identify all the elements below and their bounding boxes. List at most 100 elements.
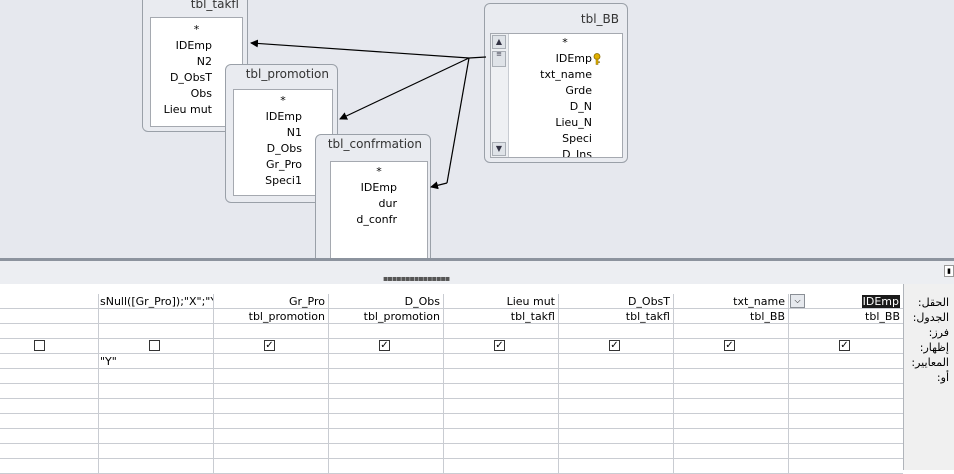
grid-cell-show[interactable]: ✓	[213, 339, 328, 354]
checkbox-checked-icon[interactable]: ✓	[379, 340, 390, 351]
grid-cell-table[interactable]: tbl_promotion	[328, 309, 443, 324]
grid-cell-empty[interactable]	[213, 444, 328, 459]
grid-cell-field[interactable]: sNull([Gr_Pro]);"X";"Y")	[98, 294, 213, 309]
grid-cell-empty[interactable]	[213, 414, 328, 429]
grid-cell-table[interactable]	[98, 309, 213, 324]
chevron-down-icon[interactable]: ⌵	[790, 294, 805, 308]
grid-cell-or[interactable]	[0, 369, 98, 384]
grid-cell-empty[interactable]	[443, 444, 558, 459]
grid-cell-empty[interactable]	[98, 459, 213, 474]
grid-cell-empty[interactable]	[98, 399, 213, 414]
grid-cell-empty[interactable]	[443, 384, 558, 399]
checkbox-checked-icon[interactable]: ✓	[724, 340, 735, 351]
grid-cell-field[interactable]: Lieu mut	[443, 294, 558, 309]
checkbox-checked-icon[interactable]: ✓	[839, 340, 850, 351]
grid-cell-empty[interactable]	[788, 444, 903, 459]
grid-cell-empty[interactable]	[788, 384, 903, 399]
grid-cell-table[interactable]: tbl_promotion	[213, 309, 328, 324]
grid-cell-empty[interactable]	[443, 459, 558, 474]
join-line-confrmation-a[interactable]	[446, 57, 470, 184]
grid-cell-or[interactable]	[98, 369, 213, 384]
grid-cell-empty[interactable]	[213, 384, 328, 399]
grid-cell-empty[interactable]	[558, 414, 673, 429]
checkbox-checked-icon[interactable]: ✓	[494, 340, 505, 351]
grid-cell-or[interactable]	[443, 369, 558, 384]
checkbox-unchecked-icon[interactable]	[34, 340, 45, 351]
grid-cell-empty[interactable]	[788, 429, 903, 444]
join-line-takfl[interactable]	[250, 39, 470, 59]
grid-cell-show[interactable]: ✓	[558, 339, 673, 354]
grid-cell-empty[interactable]	[558, 444, 673, 459]
grid-cell-empty[interactable]	[788, 414, 903, 429]
join-line-promotion[interactable]	[339, 57, 470, 120]
grid-cell-criteria[interactable]	[558, 354, 673, 369]
grid-cell-empty[interactable]	[328, 414, 443, 429]
grid-cell-empty[interactable]	[98, 414, 213, 429]
grid-cell-or[interactable]	[673, 369, 788, 384]
grid-cell-table[interactable]	[0, 309, 98, 324]
grid-cell-field[interactable]: D_Obs	[328, 294, 443, 309]
grid-cell-empty[interactable]	[0, 399, 98, 414]
grid-cell-criteria[interactable]	[328, 354, 443, 369]
grid-cell-empty[interactable]	[788, 459, 903, 474]
grid-cell-empty[interactable]	[0, 444, 98, 459]
grid-cell-empty[interactable]	[673, 399, 788, 414]
grid-cell-criteria[interactable]	[0, 354, 98, 369]
grid-cell-or[interactable]	[788, 369, 903, 384]
grid-cell-empty[interactable]	[558, 459, 673, 474]
grid-cell-field[interactable]: Gr_Pro	[213, 294, 328, 309]
grid-cell-criteria[interactable]	[673, 354, 788, 369]
query-design-pane[interactable]: tbl_takfl * IDEmp N2 D_ObsT Obs Lieu mut…	[0, 0, 954, 258]
grid-cell-empty[interactable]	[98, 429, 213, 444]
grid-cell-sort[interactable]	[328, 324, 443, 339]
grid-cell-or[interactable]	[558, 369, 673, 384]
splitter-grip-icon[interactable]: ▪▪▪▪▪▪▪▪▪▪▪▪▪▪▪	[383, 275, 450, 283]
grid-cell-empty[interactable]	[0, 384, 98, 399]
grid-cell-empty[interactable]	[673, 459, 788, 474]
grid-cell-field[interactable]: D_ObsT	[558, 294, 673, 309]
grid-cell-empty[interactable]	[213, 429, 328, 444]
grid-cell-empty[interactable]	[673, 414, 788, 429]
grid-cell-or[interactable]	[213, 369, 328, 384]
grid-cell-show[interactable]	[98, 339, 213, 354]
grid-cell-sort[interactable]	[98, 324, 213, 339]
grid-cell-field[interactable]: IDEmp ⌵	[788, 294, 903, 309]
grid-cell-show[interactable]	[0, 339, 98, 354]
grid-cell-empty[interactable]	[328, 384, 443, 399]
grid-cell-empty[interactable]	[443, 414, 558, 429]
grid-cell-criteria[interactable]: "Y"	[98, 354, 213, 369]
grid-cell-empty[interactable]	[673, 429, 788, 444]
grid-cell-empty[interactable]	[213, 399, 328, 414]
grid-cell-sort[interactable]	[558, 324, 673, 339]
grid-cell-empty[interactable]	[0, 429, 98, 444]
grid-cell-empty[interactable]	[328, 444, 443, 459]
grid-cell-empty[interactable]	[98, 384, 213, 399]
grid-cell-empty[interactable]	[673, 444, 788, 459]
grid-cell-empty[interactable]	[98, 444, 213, 459]
grid-cell-empty[interactable]	[788, 399, 903, 414]
grid-cell-empty[interactable]	[328, 459, 443, 474]
grid-cell-table[interactable]: tbl_takfl	[558, 309, 673, 324]
grid-cell-empty[interactable]	[673, 384, 788, 399]
grid-cell-empty[interactable]	[558, 399, 673, 414]
grid-cell-criteria[interactable]	[213, 354, 328, 369]
join-line-bb-stub[interactable]	[468, 56, 487, 59]
pane-splitter[interactable]: ▪▪▪▪▪▪▪▪▪▪▪▪▪▪▪ ▮	[0, 258, 954, 284]
grid-cell-table[interactable]: tbl_BB	[788, 309, 903, 324]
grid-cell-field[interactable]	[0, 294, 98, 309]
grid-cell-field[interactable]: txt_name	[673, 294, 788, 309]
join-line-confrmation-b[interactable]	[430, 181, 448, 190]
grid-cell-show[interactable]: ✓	[788, 339, 903, 354]
grid-cell-empty[interactable]	[0, 414, 98, 429]
checkbox-checked-icon[interactable]: ✓	[264, 340, 275, 351]
grid-cell-sort[interactable]	[0, 324, 98, 339]
grid-cell-sort[interactable]	[788, 324, 903, 339]
grid-cell-show[interactable]: ✓	[673, 339, 788, 354]
grid-cell-show[interactable]: ✓	[443, 339, 558, 354]
checkbox-unchecked-icon[interactable]	[149, 340, 160, 351]
scroll-right-icon[interactable]: ▮	[944, 265, 954, 277]
grid-cell-empty[interactable]	[558, 429, 673, 444]
grid-cell-empty[interactable]	[328, 399, 443, 414]
grid-cell-show[interactable]: ✓	[328, 339, 443, 354]
grid-cell-table[interactable]: tbl_BB	[673, 309, 788, 324]
